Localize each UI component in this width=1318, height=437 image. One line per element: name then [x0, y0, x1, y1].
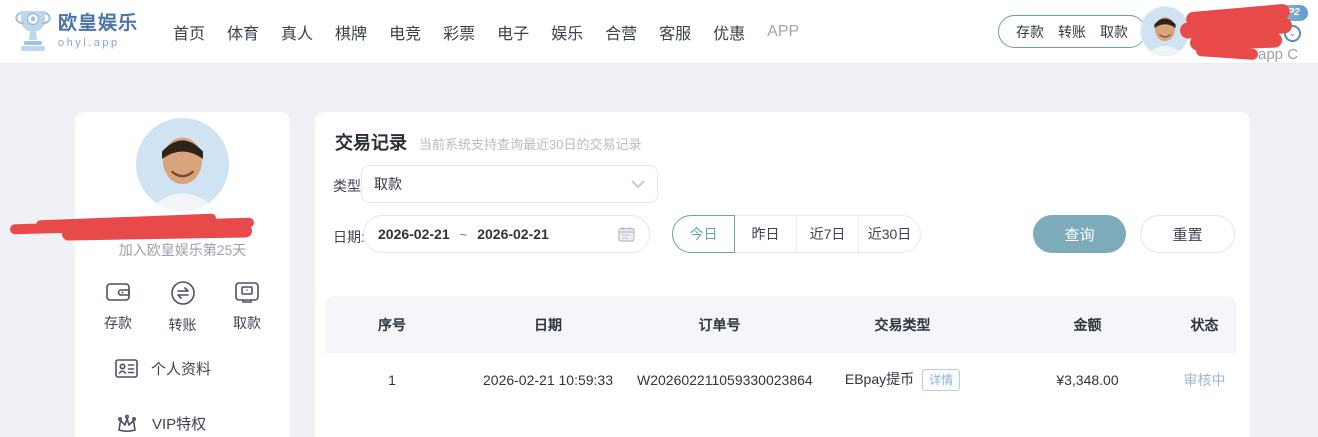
quick-action-label: 存款: [104, 313, 132, 333]
cell-status: 审核中: [1172, 370, 1237, 390]
sidebar-quick-actions: 存款 转账 取款: [75, 280, 290, 335]
col-status: 状态: [1172, 315, 1237, 335]
id-card-icon: [115, 359, 138, 378]
sidebar-item-label: 个人资料: [151, 358, 211, 379]
membership-days-text: 加入欧皇娱乐第25天: [75, 240, 290, 260]
wallet-icon: [105, 280, 131, 304]
trophy-icon: [14, 8, 52, 54]
date-separator: ~: [460, 227, 468, 242]
transaction-type-text: EBpay提币: [845, 371, 914, 387]
transactions-table: 序号 日期 订单号 交易类型 金额 状态 1 2026-02-21 10:59:…: [325, 296, 1237, 406]
col-order-no: 订单号: [637, 315, 802, 335]
nav-item-esports[interactable]: 电竞: [389, 20, 421, 44]
cell-order-no: W202602211059330023864: [637, 372, 802, 388]
brand-logo[interactable]: 欧皇娱乐 ohyl.app: [14, 8, 138, 54]
col-type: 交易类型: [802, 315, 1003, 335]
nav-item-service[interactable]: 客服: [659, 20, 691, 44]
date-filter-label: 日期:: [333, 227, 365, 247]
table-header: 序号 日期 订单号 交易类型 金额 状态: [325, 296, 1237, 353]
nav-item-live[interactable]: 真人: [281, 20, 313, 44]
withdraw-link[interactable]: 取款: [1100, 22, 1128, 42]
range-yesterday-button[interactable]: 昨日: [734, 215, 797, 253]
top-navbar: 欧皇娱乐 ohyl.app 首页 体育 真人 棋牌 电竞 彩票 电子 娱乐 合营…: [0, 0, 1318, 64]
nav-item-slots[interactable]: 电子: [497, 20, 529, 44]
sidebar-item-label: VIP特权: [152, 413, 206, 434]
nav-item-entertainment[interactable]: 娱乐: [551, 20, 583, 44]
nav-item-board[interactable]: 棋牌: [335, 20, 367, 44]
quick-range-group: 今日 昨日 近7日 近30日: [672, 215, 921, 253]
col-amount: 金额: [1003, 315, 1172, 335]
date-range-picker[interactable]: 2026-02-21 ~ 2026-02-21: [363, 215, 650, 253]
nav-item-app[interactable]: APP: [767, 23, 799, 41]
sidebar-withdraw-button[interactable]: 取款: [218, 280, 276, 335]
nav-item-home[interactable]: 首页: [173, 20, 205, 44]
reset-button[interactable]: 重置: [1140, 215, 1235, 253]
page: 欧皇娱乐 ohyl.app 首页 体育 真人 棋牌 电竞 彩票 电子 娱乐 合营…: [0, 0, 1318, 437]
sidebar-item-profile[interactable]: 个人资料: [115, 358, 211, 379]
deposit-link[interactable]: 存款: [1016, 22, 1044, 42]
page-title: 交易记录: [335, 129, 407, 155]
calendar-icon: [618, 226, 635, 242]
type-select-value: 取款: [374, 174, 631, 194]
transfer-link[interactable]: 转账: [1058, 22, 1086, 42]
profile-sidebar: 加入欧皇娱乐第25天 存款 转账: [75, 112, 290, 437]
chevron-down-icon: [631, 180, 645, 189]
transaction-records-panel: 交易记录 当前系统支持查询最近30日的交易记录 类型: 取款 日期: 2026-…: [315, 112, 1250, 437]
brand-subtitle: ohyl.app: [58, 37, 138, 49]
profile-avatar[interactable]: [136, 118, 229, 211]
quick-action-label: 转账: [169, 315, 197, 335]
cell-index: 1: [325, 372, 459, 388]
range-today-button[interactable]: 今日: [672, 215, 735, 253]
sidebar-deposit-button[interactable]: 存款: [89, 280, 147, 335]
cell-type: EBpay提币详情: [802, 369, 1003, 391]
nav-item-lottery[interactable]: 彩票: [443, 20, 475, 44]
brand-title: 欧皇娱乐: [58, 13, 138, 35]
search-button[interactable]: 查询: [1033, 215, 1126, 253]
withdraw-icon: [234, 280, 260, 304]
nav-item-promo[interactable]: 优惠: [713, 20, 745, 44]
range-7days-button[interactable]: 近7日: [796, 215, 859, 253]
date-to-value: 2026-02-21: [477, 226, 549, 242]
type-select[interactable]: 取款: [361, 165, 658, 203]
crown-icon: [115, 414, 139, 434]
detail-link[interactable]: 详情: [922, 369, 960, 391]
page-subtitle: 当前系统支持查询最近30日的交易记录: [419, 134, 641, 153]
table-row: 1 2026-02-21 10:59:33 W20260221105933002…: [325, 353, 1237, 406]
quick-action-label: 取款: [233, 313, 261, 333]
nav-item-sports[interactable]: 体育: [227, 20, 259, 44]
cell-amount: ¥3,348.00: [1003, 372, 1172, 388]
sidebar-transfer-button[interactable]: 转账: [154, 280, 212, 335]
date-from-value: 2026-02-21: [378, 226, 450, 242]
avatar-image: [136, 118, 229, 211]
col-index: 序号: [325, 315, 459, 335]
col-date: 日期: [459, 315, 637, 335]
nav-item-partner[interactable]: 合营: [605, 20, 637, 44]
range-30days-button[interactable]: 近30日: [858, 215, 921, 253]
sidebar-item-vip[interactable]: VIP特权: [115, 413, 206, 434]
partially-hidden-text: app C: [1258, 46, 1298, 63]
transfer-icon: [170, 280, 196, 306]
cell-date: 2026-02-21 10:59:33: [459, 372, 637, 388]
wallet-actions-pill: 存款 转账 取款: [998, 15, 1146, 48]
main-nav: 首页 体育 真人 棋牌 电竞 彩票 电子 娱乐 合营 客服 优惠 APP: [173, 0, 799, 64]
